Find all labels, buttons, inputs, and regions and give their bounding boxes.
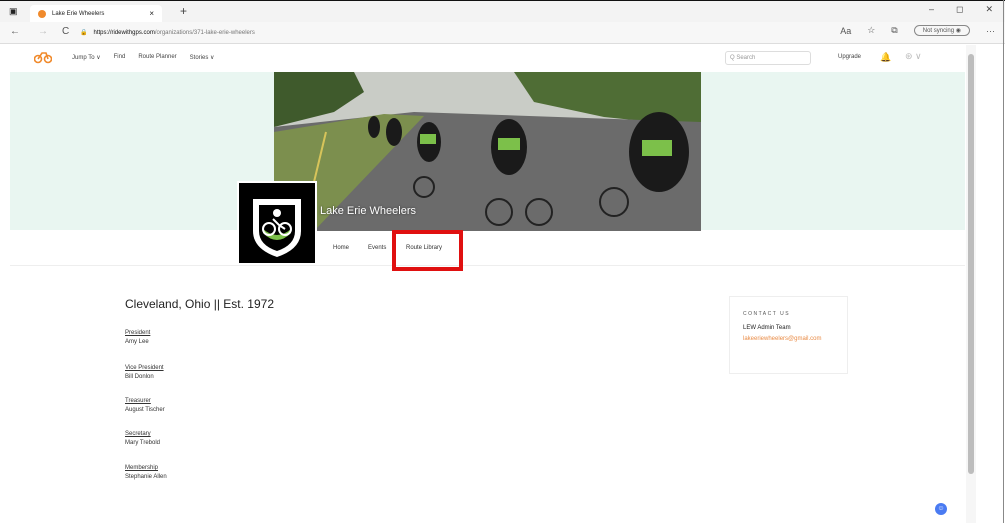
officer-president: President Amy Lee: [125, 329, 150, 347]
officer-name: August Tischer: [125, 407, 165, 413]
url-host: https://ridewithgps.com: [93, 29, 155, 36]
club-location: Cleveland, Ohio || Est. 1972: [125, 297, 274, 311]
favorite-star-icon[interactable]: ☆: [867, 25, 875, 36]
route-library-highlight-box: [392, 230, 463, 271]
help-chat-icon[interactable]: ☺: [935, 503, 947, 515]
tab-title: Lake Erie Wheelers: [52, 10, 105, 17]
officer-name: Stephanie Allen: [125, 474, 167, 480]
window-right-border: [1003, 0, 1004, 523]
menu-find[interactable]: Find: [114, 54, 126, 61]
officer-name: Bill Donlon: [125, 374, 154, 380]
browser-tab[interactable]: Lake Erie Wheelers ×: [30, 5, 162, 22]
page-scrollbar[interactable]: [966, 45, 976, 523]
lock-icon: 🔒: [80, 30, 88, 36]
sync-label: Not syncing: [922, 28, 955, 34]
scrollbar-thumb[interactable]: [968, 54, 974, 474]
menu-jump-to[interactable]: Jump To ∨: [72, 54, 101, 61]
officer-name: Amy Lee: [125, 339, 149, 345]
site-menu: Jump To ∨ Find Route Planner Stories ∨: [72, 54, 214, 61]
more-menu-icon[interactable]: ···: [986, 26, 995, 36]
club-name: Lake Erie Wheelers: [320, 205, 416, 217]
officer-role: Treasurer: [125, 398, 151, 404]
club-subnav: Home Events Route Library: [10, 231, 965, 266]
browser-nav-bar: ← → C 🔒 https://ridewithgps.com /organiz…: [0, 22, 1005, 44]
url-path: /organizations/371-lake-erie-wheelers: [154, 29, 255, 36]
officer-vice-president: Vice President Bill Donlon: [125, 364, 164, 382]
sync-button[interactable]: Not syncing ◉: [913, 25, 970, 36]
contact-team: LEW Admin Team: [743, 325, 791, 331]
tab-close-icon[interactable]: ×: [149, 9, 154, 18]
collections-icon[interactable]: ⧉: [891, 25, 897, 36]
back-button[interactable]: ←: [10, 26, 20, 37]
site-header: Jump To ∨ Find Route Planner Stories ∨ Q…: [0, 45, 965, 72]
read-aloud-icon[interactable]: Aa: [840, 26, 851, 36]
reload-button[interactable]: C: [62, 26, 69, 37]
officer-role: Membership: [125, 465, 159, 471]
new-tab-button[interactable]: +: [180, 4, 187, 18]
browser-tab-strip: ▣ Lake Erie Wheelers × + – ◻ ✕: [0, 1, 1005, 22]
tab-events[interactable]: Events: [368, 245, 386, 251]
officer-secretary: Secretary Mary Trebold: [125, 430, 160, 448]
upgrade-link[interactable]: Upgrade: [838, 54, 861, 60]
user-avatar-menu[interactable]: ⊛ ∨: [905, 51, 922, 62]
close-window-button[interactable]: ✕: [985, 4, 993, 15]
officer-role: Secretary: [125, 431, 151, 437]
address-bar[interactable]: 🔒 https://ridewithgps.com /organizations…: [80, 25, 810, 40]
tab-actions-icon[interactable]: ▣: [9, 6, 18, 17]
officer-role: President: [125, 330, 151, 336]
maximize-button[interactable]: ◻: [956, 4, 963, 15]
officer-role: Vice President: [125, 365, 164, 371]
contact-email-link[interactable]: lakeeriewheelers@gmail.com: [743, 335, 834, 343]
officer-treasurer: Treasurer August Tischer: [125, 397, 165, 415]
ridewithgps-logo-icon[interactable]: [34, 50, 52, 64]
officer-membership: Membership Stephanie Allen: [125, 464, 167, 482]
menu-route-planner[interactable]: Route Planner: [138, 54, 176, 61]
site-search-input[interactable]: Q Search: [725, 51, 811, 65]
window-controls: – ◻ ✕: [929, 4, 993, 15]
forward-button[interactable]: →: [38, 26, 48, 37]
officer-name: Mary Trebold: [125, 440, 161, 446]
notification-bell-icon[interactable]: 🔔: [880, 52, 891, 63]
menu-stories[interactable]: Stories ∨: [190, 54, 215, 61]
favicon-icon: [38, 9, 46, 18]
minimize-button[interactable]: –: [929, 4, 934, 15]
browser-toolbar-right: Aa ☆ ⧉ Not syncing ◉ ···: [840, 25, 995, 36]
contact-heading: CONTACT US: [743, 311, 791, 317]
tab-home[interactable]: Home: [333, 245, 349, 251]
contact-card: CONTACT US LEW Admin Team lakeeriewheele…: [729, 296, 848, 374]
